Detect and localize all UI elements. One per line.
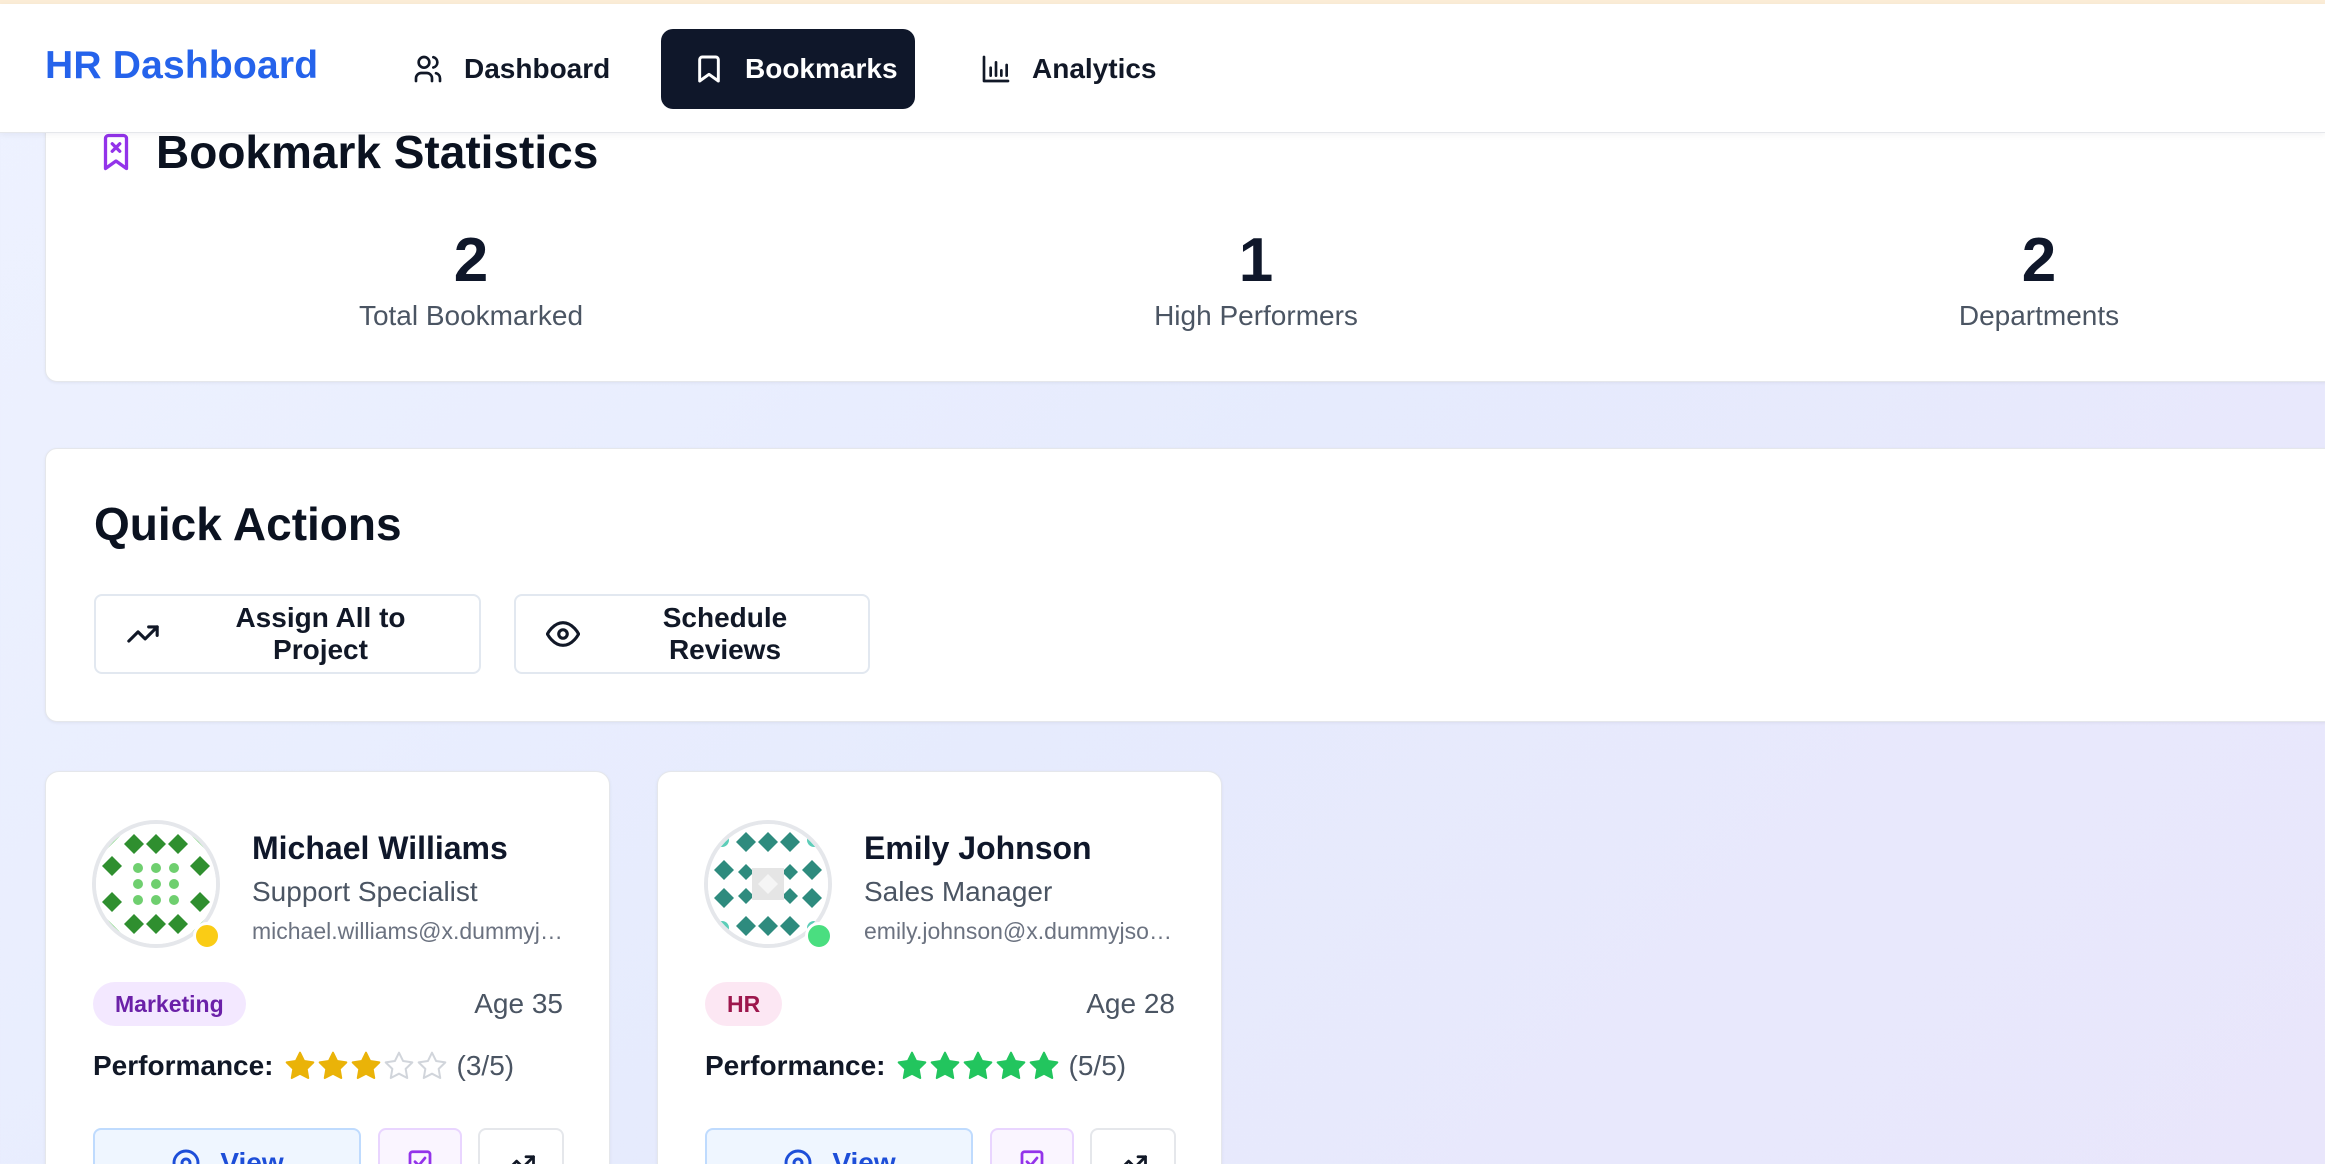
employee-email: emily.johnson@x.dummyjson.com [864, 918, 1179, 944]
schedule-reviews-button[interactable]: Schedule Reviews [514, 594, 870, 674]
users-icon [412, 53, 444, 85]
stat-label: Total Bookmarked [358, 300, 584, 331]
stat-departments: 2 Departments [1829, 226, 2249, 332]
eye-icon [546, 617, 580, 651]
performance-label: Performance: [705, 1050, 886, 1081]
assign-all-label: Assign All to Project [235, 602, 406, 665]
stat-value: 2 [2021, 226, 2057, 295]
stat-label: Departments [1958, 300, 2120, 331]
nav-analytics-button[interactable]: Analytics [948, 29, 1172, 109]
nav-dashboard-label: Dashboard [464, 53, 611, 84]
star-filled-icon [996, 1051, 1025, 1080]
employee-role: Sales Manager [864, 876, 1053, 907]
bookmark-icon [693, 53, 725, 85]
stat-high-performers: 1 High Performers [1046, 226, 1466, 332]
star-filled-icon [897, 1051, 926, 1080]
stats-heading: Bookmark Statistics [98, 125, 598, 179]
schedule-reviews-label: Schedule Reviews [662, 602, 788, 665]
app-title[interactable]: HR Dashboard [45, 44, 318, 88]
employee-name: Michael Williams [252, 830, 508, 866]
trending-up-icon [1118, 1148, 1148, 1164]
stat-value: 2 [453, 226, 489, 295]
bar-chart-icon [980, 53, 1012, 85]
nav-dashboard-button[interactable]: Dashboard [380, 29, 620, 109]
status-indicator [193, 922, 221, 950]
star-filled-icon [351, 1051, 380, 1080]
performance-score: (3/5) [456, 1050, 515, 1081]
bookmark-toggle-button[interactable] [990, 1128, 1074, 1164]
bookmark-check-icon [1017, 1148, 1047, 1164]
status-indicator [805, 922, 833, 950]
trending-up-icon [506, 1148, 536, 1164]
view-button[interactable]: View [93, 1128, 361, 1164]
view-label: View [832, 1147, 896, 1164]
star-filled-icon [930, 1051, 959, 1080]
trending-up-icon [126, 617, 160, 651]
quick-actions-title: Quick Actions [94, 498, 402, 550]
stat-label: High Performers [1154, 300, 1358, 331]
performance-score: (5/5) [1068, 1050, 1127, 1081]
star-filled-icon [285, 1051, 314, 1080]
department-badge: HR [705, 982, 783, 1026]
promote-button[interactable] [478, 1128, 564, 1164]
assign-all-to-project-button[interactable]: Assign All to Project [94, 594, 481, 674]
top-navbar: HR Dashboard Dashboard Bookmarks Analyti… [0, 4, 2325, 133]
performance-rating: Performance: (5/5) [705, 1050, 1126, 1082]
employee-age: Age 35 [474, 988, 563, 1019]
view-button[interactable]: View [705, 1128, 973, 1164]
stats-title: Bookmark Statistics [156, 126, 599, 178]
star-empty-icon [417, 1051, 446, 1080]
employee-role: Support Specialist [252, 876, 478, 907]
star-filled-icon [1029, 1051, 1058, 1080]
view-label: View [220, 1147, 284, 1164]
star-empty-icon [384, 1051, 413, 1080]
eye-icon [782, 1147, 814, 1164]
star-rating [284, 1050, 449, 1082]
bookmark-toggle-button[interactable] [378, 1128, 462, 1164]
nav-analytics-label: Analytics [1032, 53, 1157, 84]
department-badge: Marketing [93, 982, 246, 1026]
eye-icon [170, 1147, 202, 1164]
employee-name: Emily Johnson [864, 830, 1092, 866]
employee-age: Age 28 [1086, 988, 1175, 1019]
performance-rating: Performance: (3/5) [93, 1050, 514, 1082]
bookmark-x-icon [98, 132, 134, 172]
nav-bookmarks-button[interactable]: Bookmarks [661, 29, 915, 109]
bookmark-check-icon [405, 1148, 435, 1164]
nav-bookmarks-label: Bookmarks [745, 53, 898, 84]
star-filled-icon [318, 1051, 347, 1080]
stat-value: 1 [1238, 226, 1274, 295]
employee-card[interactable]: Michael Williams Support Specialist mich… [45, 771, 610, 1164]
star-rating [896, 1050, 1061, 1082]
performance-label: Performance: [93, 1050, 274, 1081]
stat-total-bookmarked: 2 Total Bookmarked [261, 226, 681, 332]
promote-button[interactable] [1090, 1128, 1176, 1164]
employee-email: michael.williams@x.dummyjson.com [252, 918, 567, 944]
quick-actions-card: Quick Actions Assign All to Project Sche… [45, 448, 2325, 722]
employee-card[interactable]: Emily Johnson Sales Manager emily.johnso… [657, 771, 1222, 1164]
star-filled-icon [963, 1051, 992, 1080]
